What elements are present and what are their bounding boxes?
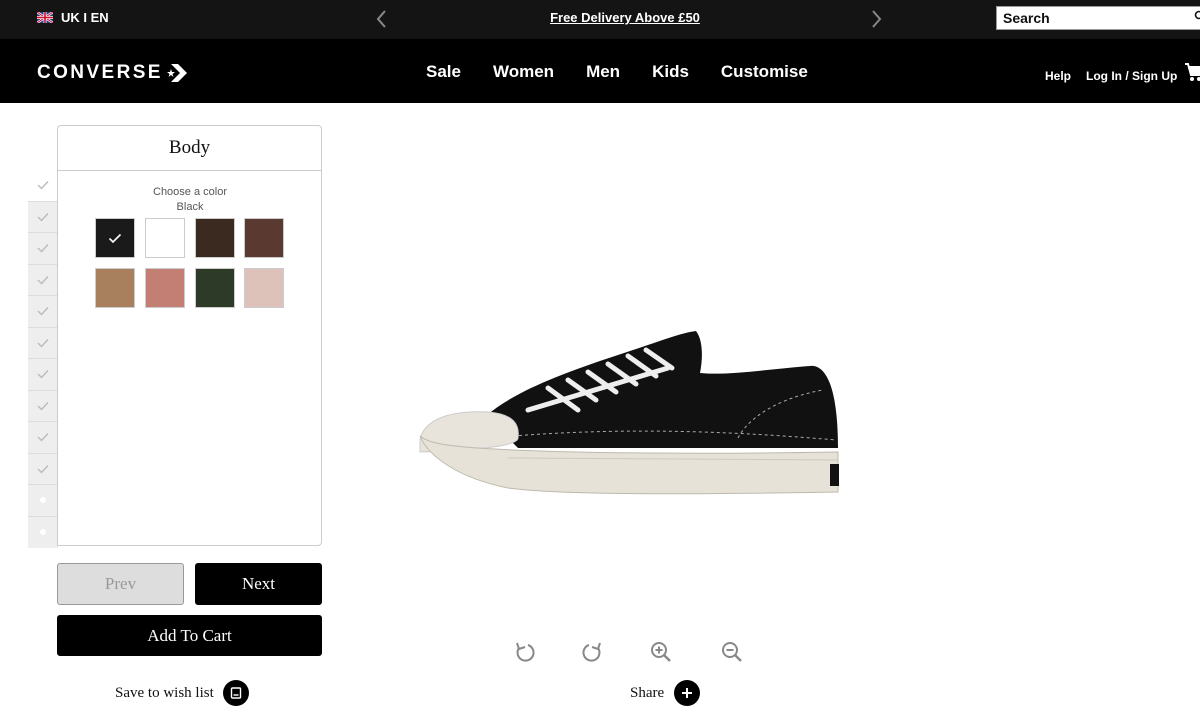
section-title: Body — [57, 125, 322, 171]
nav-kids[interactable]: Kids — [652, 62, 689, 82]
nav-women[interactable]: Women — [493, 62, 554, 82]
checkmark-icon — [37, 401, 49, 411]
checkmark-icon — [37, 433, 49, 442]
checkmark-icon — [108, 233, 122, 243]
zoom-out-icon[interactable] — [721, 641, 743, 663]
save-to-wishlist[interactable]: Save to wish list — [115, 680, 249, 706]
share-control[interactable]: Share — [630, 680, 701, 706]
rotate-right-icon[interactable] — [581, 641, 603, 663]
login-signup-link[interactable]: Log In / Sign Up — [1086, 69, 1177, 83]
step-rail — [28, 170, 58, 548]
step-3[interactable] — [28, 233, 58, 265]
converse-logo[interactable]: CONVERSE — [37, 62, 187, 84]
plus-icon — [674, 680, 701, 706]
cart-icon[interactable] — [1184, 61, 1200, 83]
primary-links: Sale Women Men Kids Customise — [426, 62, 840, 82]
uk-flag-icon — [37, 12, 53, 23]
locale-selector[interactable]: UK I EN — [37, 10, 109, 25]
step-8[interactable] — [28, 390, 58, 422]
main-nav: CONVERSE Sale Women Men Kids Customise H… — [0, 39, 1200, 103]
rotate-left-icon[interactable] — [514, 641, 536, 663]
checkmark-icon — [37, 244, 49, 253]
step-11[interactable] — [28, 485, 58, 517]
dot-icon — [40, 497, 46, 504]
swatch-black[interactable] — [95, 218, 135, 258]
step-2[interactable] — [28, 201, 58, 233]
swatch-blush[interactable] — [244, 268, 284, 308]
next-button[interactable]: Next — [195, 563, 322, 605]
star-chevron-icon — [166, 64, 187, 82]
step-9[interactable] — [28, 422, 58, 454]
product-image[interactable] — [418, 328, 843, 498]
checkmark-icon — [37, 307, 49, 316]
step-6[interactable] — [28, 327, 58, 359]
chevron-right-icon[interactable] — [866, 8, 886, 30]
search-input[interactable]: Search — [996, 6, 1200, 30]
logo-wordmark: CONVERSE — [37, 62, 163, 83]
dot-icon — [40, 529, 46, 536]
zoom-in-icon[interactable] — [650, 641, 672, 663]
add-to-cart-button[interactable]: Add To Cart — [57, 615, 322, 656]
swatch-chocolate[interactable] — [244, 218, 284, 258]
promo-link[interactable]: Free Delivery Above £50 — [525, 10, 725, 25]
checkmark-icon — [37, 464, 49, 474]
step-10[interactable] — [28, 453, 58, 485]
choose-color-label: Choose a color — [153, 186, 227, 198]
swatch-dark-brown[interactable] — [195, 218, 235, 258]
checkmark-icon — [37, 212, 49, 222]
step-7[interactable] — [28, 359, 58, 391]
nav-men[interactable]: Men — [586, 62, 620, 82]
help-link[interactable]: Help — [1045, 69, 1071, 83]
selected-color-name: Black — [176, 201, 204, 213]
swatch-white[interactable] — [145, 218, 185, 258]
step-12[interactable] — [28, 516, 58, 548]
chevron-left-icon[interactable] — [372, 8, 392, 30]
swatch-olive[interactable] — [195, 268, 235, 308]
step-1[interactable] — [28, 170, 58, 202]
checkmark-icon — [37, 275, 49, 285]
share-label: Share — [630, 684, 665, 701]
wishlist-icon — [222, 680, 249, 706]
checkmark-icon — [37, 370, 49, 379]
rail-divider — [57, 170, 58, 546]
checkmark-icon — [37, 181, 49, 190]
locale-label: UK I EN — [61, 10, 109, 25]
wishlist-label: Save to wish list — [115, 684, 214, 701]
step-4[interactable] — [28, 264, 58, 296]
swatch-tan[interactable] — [95, 268, 135, 308]
swatch-rose[interactable] — [145, 268, 185, 308]
top-strip: UK I EN Free Delivery Above £50 Search — [0, 0, 1200, 39]
search-icon[interactable] — [1194, 10, 1200, 20]
nav-sale[interactable]: Sale — [426, 62, 461, 82]
prev-button[interactable]: Prev — [57, 563, 184, 605]
nav-customise[interactable]: Customise — [721, 62, 808, 82]
step-5[interactable] — [28, 296, 58, 328]
checkmark-icon — [37, 338, 49, 348]
